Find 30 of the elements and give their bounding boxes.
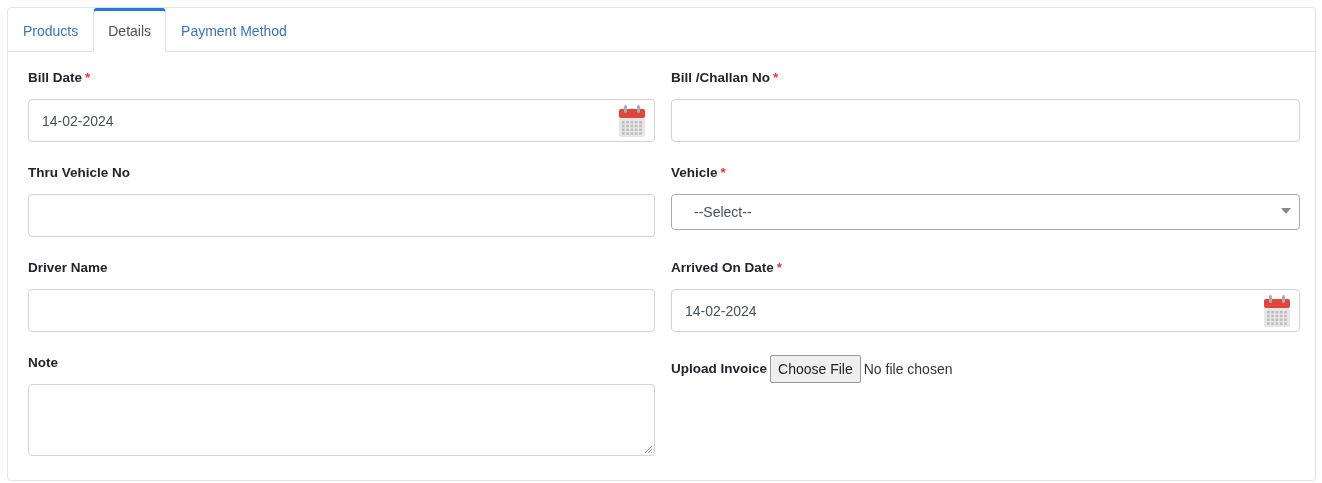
select-dropdown[interactable]: --Select-- bbox=[671, 194, 1300, 230]
field-label: Note bbox=[28, 354, 59, 372]
date-value: 14-02-2024 bbox=[42, 112, 114, 129]
tab[interactable]: Products bbox=[8, 8, 94, 52]
field-label: Vehicle bbox=[671, 165, 718, 180]
field-label: Upload Invoice bbox=[671, 360, 768, 378]
tab[interactable]: Details bbox=[93, 8, 167, 52]
caret-icon bbox=[1281, 208, 1291, 214]
field-label: Driver Name bbox=[28, 259, 109, 277]
resize-handle-icon[interactable] bbox=[644, 445, 653, 454]
field-label: Bill /Challan No bbox=[671, 70, 770, 85]
date-field[interactable]: 14-02-2024 bbox=[671, 289, 1300, 332]
field-label: Bill Date bbox=[28, 70, 82, 85]
required-asterisk: * bbox=[85, 70, 91, 85]
date-value: 14-02-2024 bbox=[685, 302, 757, 319]
required-asterisk: * bbox=[720, 165, 726, 180]
file-status: No file chosen bbox=[863, 361, 953, 377]
note-textarea[interactable] bbox=[28, 384, 655, 456]
field-label: Thru Vehicle No bbox=[28, 164, 132, 182]
date-field[interactable]: 14-02-2024 bbox=[28, 99, 655, 142]
field-label: Arrived On Date bbox=[671, 260, 774, 275]
text-field[interactable] bbox=[28, 194, 655, 237]
calendar-icon[interactable] bbox=[618, 104, 646, 138]
required-asterisk: * bbox=[773, 70, 779, 85]
text-field[interactable] bbox=[671, 99, 1300, 142]
choose-file-button[interactable]: Choose File bbox=[770, 355, 861, 383]
text-field[interactable] bbox=[28, 289, 655, 332]
tab[interactable]: Payment Method bbox=[166, 8, 302, 52]
required-asterisk: * bbox=[776, 260, 783, 275]
calendar-icon[interactable] bbox=[1263, 294, 1291, 328]
